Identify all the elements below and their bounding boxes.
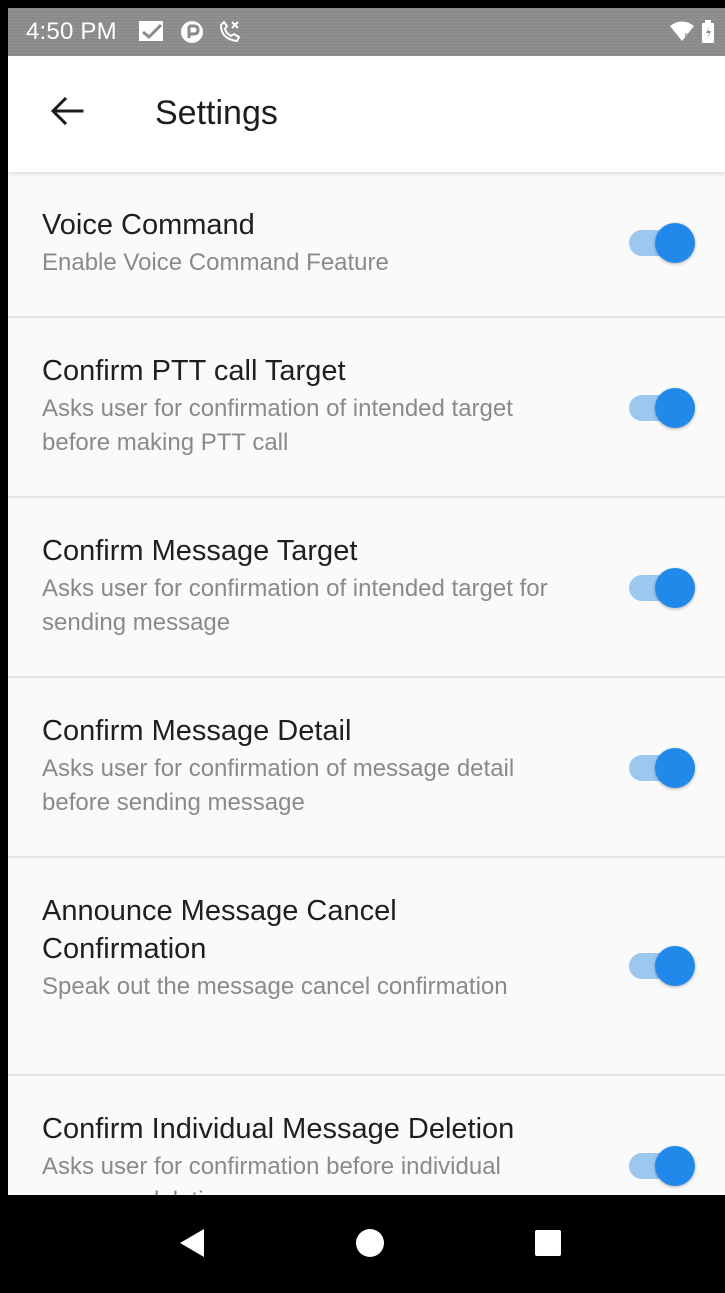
android-screen: 4:50 PM 5 Settings Voice Command Enable … [0,0,725,1293]
status-icons-right: 5 [669,20,715,44]
setting-confirm-message-target[interactable]: Confirm Message Target Asks user for con… [8,498,725,678]
setting-confirm-ptt-call-target[interactable]: Confirm PTT call Target Asks user for co… [8,318,725,498]
setting-description: Asks user for confirmation before indivi… [42,1153,501,1195]
setting-title: Voice Command [42,209,255,241]
setting-description: Asks user for confirmation of intended t… [42,395,513,456]
setting-text: Confirm Individual Message Deletion Asks… [42,1110,602,1195]
frame-top-border [0,0,725,8]
setting-text: Confirm PTT call Target Asks user for co… [42,352,562,460]
setting-title: Confirm PTT call Target [42,355,346,387]
nav-home-button[interactable] [350,1225,390,1265]
setting-description: Asks user for confirmation of intended t… [42,575,548,636]
toggle-thumb [655,223,695,263]
toggle-thumb [655,388,695,428]
setting-confirm-individual-message-deletion[interactable]: Confirm Individual Message Deletion Asks… [8,1076,725,1195]
status-icons-left [137,19,243,45]
setting-confirm-message-detail[interactable]: Confirm Message Detail Asks user for con… [8,678,725,858]
home-circle-icon [354,1227,386,1264]
system-nav-bar [0,1195,725,1293]
confirm-ptt-call-target-toggle[interactable] [629,388,695,428]
wifi-icon: 5 [669,21,695,43]
message-icon [137,19,167,45]
voice-command-toggle[interactable] [629,223,695,263]
confirm-message-target-toggle[interactable] [629,568,695,608]
setting-title: Announce Message Cancel Confirmation [42,895,397,965]
setting-text: Confirm Message Target Asks user for con… [42,532,562,640]
confirm-individual-message-deletion-toggle[interactable] [629,1146,695,1186]
svg-text:5: 5 [684,33,690,43]
setting-voice-command[interactable]: Voice Command Enable Voice Command Featu… [8,172,725,318]
setting-title: Confirm Individual Message Deletion [42,1113,515,1145]
location-icon [179,19,205,45]
setting-text: Voice Command Enable Voice Command Featu… [42,206,562,280]
setting-title: Confirm Message Target [42,535,358,567]
back-button[interactable] [44,90,90,136]
settings-list[interactable]: Voice Command Enable Voice Command Featu… [8,172,725,1195]
back-triangle-icon [176,1227,208,1264]
setting-description: Asks user for confirmation of message de… [42,755,515,816]
setting-description: Enable Voice Command Feature [42,249,389,276]
page-title: Settings [155,94,278,132]
setting-text: Announce Message Cancel Confirmation Spe… [42,892,562,1004]
confirm-message-detail-toggle[interactable] [629,748,695,788]
nav-back-button[interactable] [172,1225,212,1265]
battery-icon [701,20,715,44]
frame-left-border [0,0,8,1195]
setting-announce-message-cancel-confirmation[interactable]: Announce Message Cancel Confirmation Spe… [8,858,725,1076]
arrow-back-icon [50,96,84,131]
toggle-thumb [655,748,695,788]
app-bar: Settings [8,56,725,172]
status-time: 4:50 PM [26,18,117,45]
toggle-thumb [655,946,695,986]
announce-message-cancel-confirmation-toggle[interactable] [629,946,695,986]
status-bar: 4:50 PM 5 [8,8,725,56]
setting-description: Speak out the message cancel confirmatio… [42,973,508,1000]
setting-title: Confirm Message Detail [42,715,352,747]
recents-square-icon [532,1227,564,1264]
setting-text: Confirm Message Detail Asks user for con… [42,712,562,820]
toggle-thumb [655,568,695,608]
nav-recents-button[interactable] [528,1225,568,1265]
missed-call-icon [217,19,243,45]
toggle-thumb [655,1146,695,1186]
